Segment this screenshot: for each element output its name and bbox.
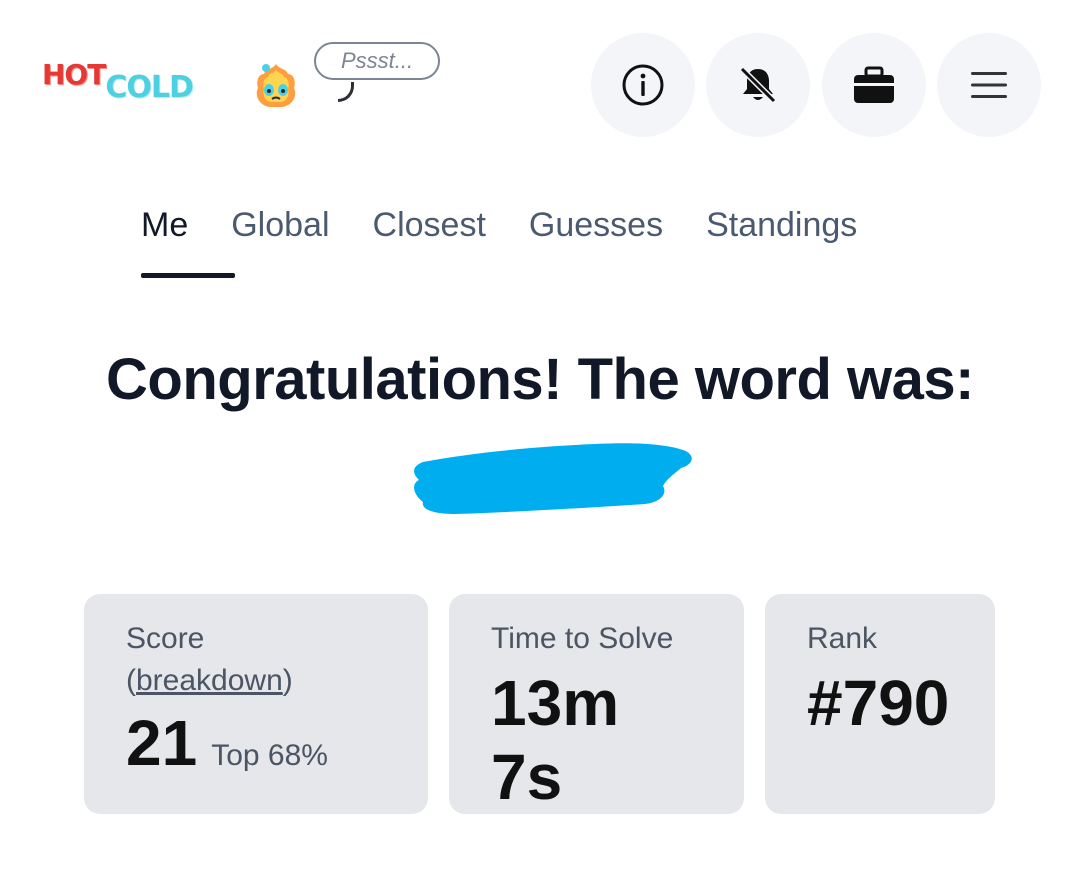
logo-hot-text: HOT xyxy=(42,58,106,91)
menu-button[interactable] xyxy=(937,33,1041,137)
time-card: Time to Solve 13m 7s xyxy=(449,594,744,814)
mascot-icon xyxy=(256,64,296,107)
rank-label: Rank xyxy=(807,622,878,655)
redacted-word xyxy=(414,443,692,514)
score-card: Score (breakdown) 21 Top 68% xyxy=(84,594,428,814)
menu-icon xyxy=(971,72,1007,98)
active-tab-indicator xyxy=(141,273,235,278)
rank-value: #790 xyxy=(807,667,950,739)
score-percentile: Top 68% xyxy=(211,739,328,772)
app-logo[interactable]: HOT COLD xyxy=(42,58,194,105)
bell-off-icon xyxy=(739,66,777,104)
tab-me[interactable]: Me xyxy=(141,206,188,245)
notifications-button[interactable] xyxy=(706,33,810,137)
speech-bubble-tail xyxy=(338,82,354,102)
tab-guesses[interactable]: Guesses xyxy=(529,206,663,245)
score-breakdown: (breakdown) xyxy=(126,660,386,702)
speech-bubble[interactable]: Pssst... xyxy=(314,42,440,80)
info-button[interactable] xyxy=(591,33,695,137)
tab-standings[interactable]: Standings xyxy=(706,206,857,245)
score-value: 21 xyxy=(126,707,198,779)
tab-global[interactable]: Global xyxy=(231,206,329,245)
result-headline: Congratulations! The word was: xyxy=(106,347,974,412)
logo-cold-text: COLD xyxy=(105,70,194,105)
speech-bubble-text: Pssst... xyxy=(340,48,414,73)
breakdown-paren-close: ) xyxy=(282,664,293,697)
tab-bar: Me Global Closest Guesses Standings xyxy=(141,206,857,245)
time-label: Time to Solve xyxy=(491,622,674,655)
tab-closest[interactable]: Closest xyxy=(373,206,486,245)
score-label: Score xyxy=(126,622,205,655)
briefcase-button[interactable] xyxy=(822,33,926,137)
briefcase-icon xyxy=(854,66,894,103)
time-value: 13m 7s xyxy=(491,667,620,813)
score-row: 21 Top 68% xyxy=(126,706,386,780)
breakdown-link[interactable]: breakdown xyxy=(136,664,283,697)
breakdown-paren-open: ( xyxy=(126,664,136,697)
rank-card: Rank #790 xyxy=(765,594,995,814)
info-icon xyxy=(622,64,664,106)
